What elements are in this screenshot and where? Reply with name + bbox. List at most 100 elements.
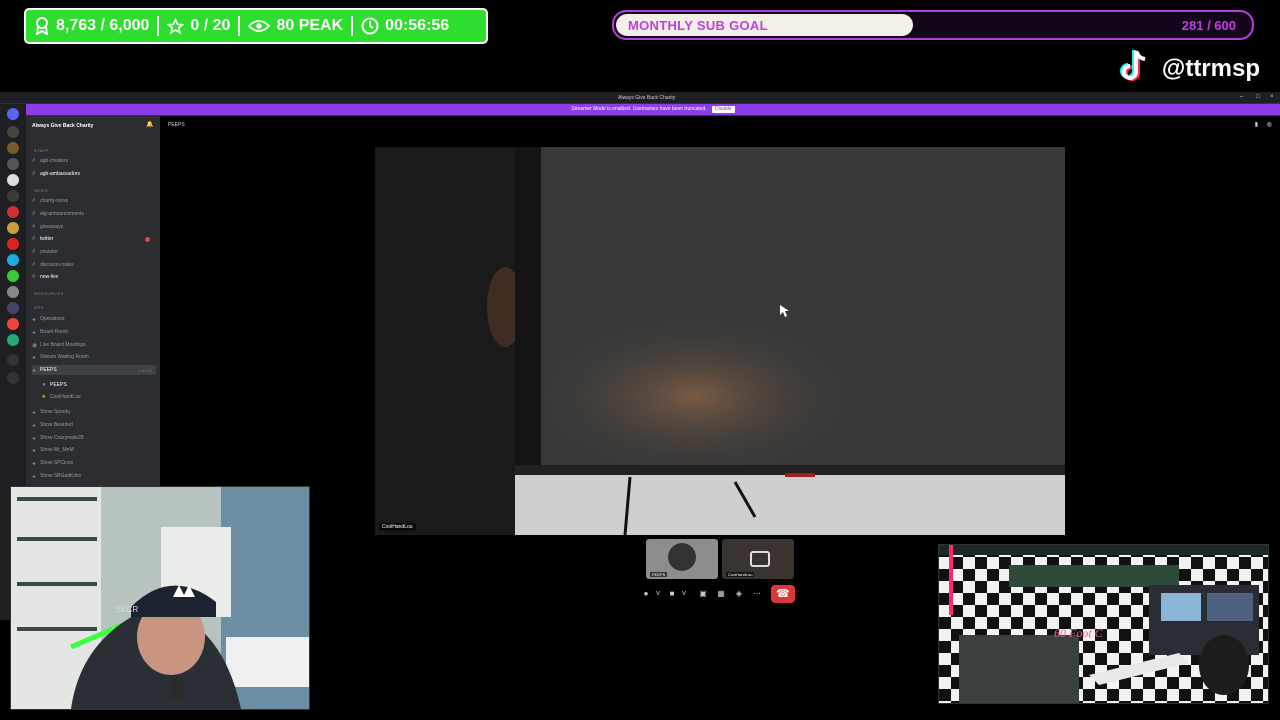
channel-show-bearded[interactable]: ◂ Show Bearded xyxy=(32,420,156,430)
channel-live-board-meetings[interactable]: ◉ Live Board Meetings xyxy=(32,340,156,350)
disable-streamer-mode-button[interactable]: Disable xyxy=(712,106,735,113)
channel-label: Live Board Meetings xyxy=(40,342,86,348)
hash-icon: # xyxy=(32,198,36,204)
clock-icon xyxy=(361,17,379,35)
peak-viewers: 80 PEAK xyxy=(276,17,344,34)
channel-label: Show SPCicon xyxy=(40,460,74,466)
bell-icon[interactable]: 🔔 xyxy=(146,121,153,128)
award-icon xyxy=(34,17,50,35)
channel-now-live[interactable]: # now-live xyxy=(32,272,156,282)
speaker-icon: ◂ xyxy=(32,409,36,416)
category-news[interactable]: NEWS xyxy=(34,188,48,193)
channel-label: Stream Waiting Room xyxy=(40,354,89,360)
share-screen-icon[interactable]: ▣ xyxy=(697,588,709,600)
channel-label: PEEPS xyxy=(40,367,57,373)
webcam-streamer: SECR xyxy=(10,486,310,710)
sub-goal-bar: MONTHLY SUB GOAL 281 / 600 xyxy=(612,10,1254,40)
add-server-icon[interactable] xyxy=(7,354,19,366)
server-icon[interactable] xyxy=(7,270,19,282)
disconnect-button[interactable]: ☎ xyxy=(771,585,795,603)
microphone-icon[interactable]: ● xyxy=(640,588,652,600)
server-icon[interactable] xyxy=(7,206,19,218)
channel-show-spcicon[interactable]: ◂ Show SPCicon xyxy=(32,458,156,468)
maximize-button[interactable]: □ xyxy=(1256,94,1260,100)
explore-icon[interactable] xyxy=(7,372,19,384)
hash-icon: # xyxy=(32,249,36,255)
channel-agb-creators[interactable]: # agb-creators xyxy=(32,156,156,166)
server-icon[interactable] xyxy=(7,302,19,314)
close-button[interactable]: × xyxy=(1270,94,1274,100)
stars-stat: 0 / 20 xyxy=(159,10,238,42)
channel-label: giveaways xyxy=(40,224,64,230)
server-icon[interactable] xyxy=(7,174,19,186)
category-ops[interactable]: OPS xyxy=(34,305,44,310)
channel-label: Show Crazymate28 xyxy=(40,435,84,441)
channel-label: discount-codes xyxy=(40,262,74,268)
voice-member-coolhandlou[interactable]: ● CoolHandLou xyxy=(42,392,152,402)
speaker-icon: ◂ xyxy=(32,367,36,374)
server-icon[interactable] xyxy=(7,286,19,298)
speaker-icon: ◂ xyxy=(32,460,36,467)
channel-label: Show SBGodKoko xyxy=(40,473,82,479)
speaker-icon: ◂ xyxy=(32,473,36,480)
channel-alg-announcements[interactable]: # alg-announcements xyxy=(32,209,156,219)
channel-twitter[interactable]: # twitter xyxy=(32,234,156,244)
server-icon[interactable] xyxy=(7,222,19,234)
channel-stream-waiting-room[interactable]: ◂ Stream Waiting Room xyxy=(32,352,156,362)
followers-count: 8,763 / 6,000 xyxy=(56,17,150,34)
chat-icon[interactable]: ◍ xyxy=(1267,121,1272,128)
channel-peeps[interactable]: ◂ PEEPS 1:41:34 xyxy=(32,365,156,375)
soundboard-icon[interactable]: ◈ xyxy=(733,588,745,600)
sub-goal-label: MONTHLY SUB GOAL xyxy=(628,18,768,33)
channel-show-sbgodkoko[interactable]: ◂ Show SBGodKoko xyxy=(32,471,156,481)
minimize-button[interactable]: – xyxy=(1240,94,1243,100)
category-resources[interactable]: RESOURCES xyxy=(34,291,64,296)
server-icon[interactable] xyxy=(7,190,19,202)
mention-badge xyxy=(145,236,150,242)
avatar: ● xyxy=(42,382,46,388)
threads-icon[interactable]: ▮ xyxy=(1255,121,1258,128)
speaker-icon: ◂ xyxy=(32,329,36,336)
more-options-icon[interactable]: ⋯ xyxy=(751,588,763,600)
server-icon[interactable] xyxy=(7,334,19,346)
discord-home-icon[interactable] xyxy=(7,108,19,120)
server-icon[interactable] xyxy=(7,142,19,154)
channel-charity-news[interactable]: # charity-news xyxy=(32,196,156,206)
peak-stat: 80 PEAK xyxy=(240,10,351,42)
channel-show-mr-mnm[interactable]: ◂ Show Mr_MnM xyxy=(32,445,156,455)
svg-text:60 Foot C: 60 Foot C xyxy=(1054,626,1104,640)
channel-label: youtube xyxy=(40,249,58,255)
webcam-feed: SECR xyxy=(11,487,309,709)
participant-tile-peeps[interactable]: PEEPS xyxy=(646,539,718,579)
channel-board-room[interactable]: ◂ Board Room xyxy=(32,327,156,337)
channel-agb-ambassadors[interactable]: # agb-ambassadors xyxy=(32,169,156,179)
channel-operations[interactable]: ◂ Operations xyxy=(32,314,156,324)
sub-goal-count: 281 / 600 xyxy=(1181,18,1236,33)
server-icon[interactable] xyxy=(7,238,19,250)
camera-icon[interactable]: ■ xyxy=(666,588,678,600)
server-icon[interactable] xyxy=(7,158,19,170)
channel-discount-codes[interactable]: # discount-codes xyxy=(32,260,156,270)
channel-show-spooky[interactable]: ◂ Show Spooky xyxy=(32,407,156,417)
chevron-down-icon[interactable]: ˅ xyxy=(678,588,690,600)
banner-text: Streamer Mode is enabled. Usernames have… xyxy=(571,106,707,112)
participant-tile-coolhandlou[interactable]: CoolHandLou xyxy=(722,539,794,579)
screen-share-video[interactable]: CoolHandLou xyxy=(375,147,1065,535)
hash-icon: # xyxy=(32,171,36,177)
server-icon[interactable] xyxy=(7,126,19,138)
avatar xyxy=(668,543,696,571)
speaker-icon: ◂ xyxy=(32,354,36,361)
chevron-down-icon[interactable]: ˅ xyxy=(652,588,664,600)
voice-member-peeps[interactable]: ● PEEPS xyxy=(42,380,152,390)
tiktok-icon xyxy=(1118,48,1152,89)
channel-show-crazymate[interactable]: ◂ Show Crazymate28 xyxy=(32,433,156,443)
server-icon[interactable] xyxy=(7,254,19,266)
server-icon[interactable] xyxy=(7,318,19,330)
video-user-label: CoolHandLou xyxy=(379,523,416,531)
activities-icon[interactable]: ▦ xyxy=(715,588,727,600)
category-staff[interactable]: STAFF xyxy=(34,148,49,153)
channel-giveaways[interactable]: # giveaways xyxy=(32,222,156,232)
channel-youtube[interactable]: # youtube xyxy=(32,247,156,257)
server-name[interactable]: Always Give Back Charity xyxy=(32,123,93,129)
channel-label: twitter xyxy=(40,236,54,242)
